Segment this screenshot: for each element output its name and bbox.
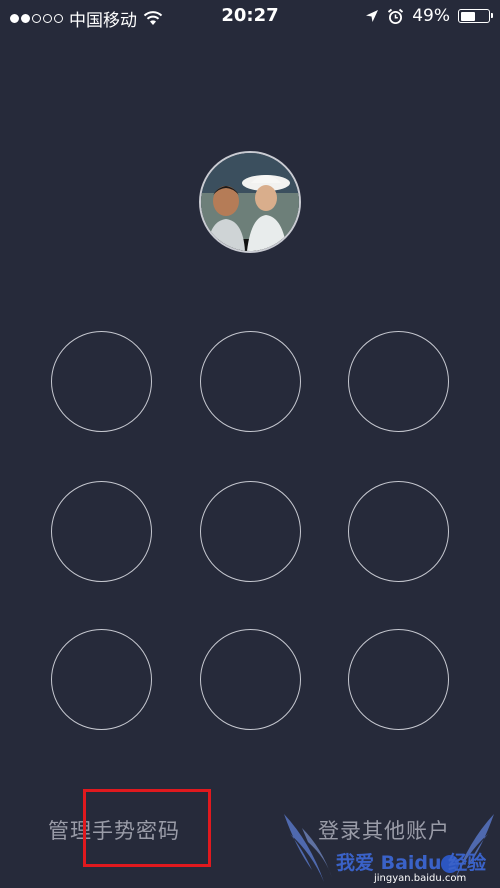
- status-bar: 中国移动 20:27 49%: [0, 0, 500, 34]
- gesture-node-7[interactable]: [51, 629, 152, 730]
- gesture-node-5[interactable]: [200, 481, 301, 582]
- gesture-pattern-grid: [51, 331, 451, 730]
- highlight-annotation-box: [83, 789, 211, 867]
- alarm-clock-icon: [388, 8, 404, 24]
- gesture-node-8[interactable]: [200, 629, 301, 730]
- status-right: 49%: [365, 6, 493, 26]
- battery-fill: [460, 11, 475, 21]
- baidu-watermark: 我爱 Baidu 经验 jingyan.baidu.com: [282, 808, 496, 888]
- user-avatar: [199, 151, 301, 253]
- gesture-node-9[interactable]: [348, 629, 449, 730]
- gesture-node-1[interactable]: [51, 331, 152, 432]
- gesture-node-2[interactable]: [200, 331, 301, 432]
- battery-icon: [458, 9, 493, 23]
- avatar-photo: [201, 153, 299, 251]
- gesture-node-3[interactable]: [348, 331, 449, 432]
- battery-percent: 49%: [412, 6, 450, 26]
- gesture-node-4[interactable]: [51, 481, 152, 582]
- watermark-text: 我爱 Baidu 经验: [336, 852, 487, 874]
- watermark-url: jingyan.baidu.com: [374, 873, 467, 884]
- location-arrow-icon: [366, 9, 379, 22]
- gesture-node-6[interactable]: [348, 481, 449, 582]
